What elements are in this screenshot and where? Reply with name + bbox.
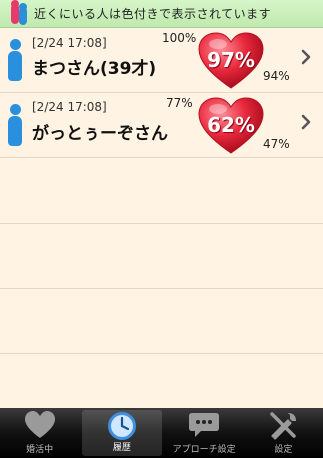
tools-icon [270, 412, 297, 440]
person-icon [8, 104, 22, 146]
tab-label: 設定 [274, 445, 293, 455]
tab-bar: 婚活中 履歴 アプローチ設定 設定 [0, 408, 323, 458]
list-divider [0, 223, 323, 224]
chevron-right-icon [301, 49, 311, 65]
tab-history[interactable]: 履歴 [82, 410, 162, 456]
banner-text: 近くにいる人は色付きで表示されています [34, 7, 272, 21]
person-icon [8, 39, 22, 81]
tab-label: アプローチ設定 [172, 445, 236, 455]
tab-label: 婚活中 [26, 445, 54, 455]
tab-konkatsu[interactable]: 婚活中 [0, 408, 79, 458]
clock-icon [107, 412, 136, 440]
heart-badge: 62% [198, 97, 264, 155]
history-row[interactable]: [2/24 17:08] がっとぅーぞさん 77% 62% 47% [0, 94, 323, 158]
row-timestamp: [2/24 17:08] [32, 100, 107, 114]
row-percent-top: 100% [162, 31, 197, 45]
list-divider [0, 288, 323, 289]
heart-percent: 97% [207, 48, 255, 72]
row-percent-bottom: 94% [263, 69, 290, 83]
heart-percent: 62% [207, 113, 255, 137]
history-row[interactable]: [2/24 17:08] まつさん(39才) 100% 97% 94% [0, 29, 323, 93]
tab-approach-settings[interactable]: アプローチ設定 [165, 408, 244, 458]
row-timestamp: [2/24 17:08] [32, 36, 107, 50]
row-percent-top: 77% [166, 96, 193, 110]
tab-settings[interactable]: 設定 [244, 408, 323, 458]
row-name: まつさん(39才) [32, 59, 157, 79]
chevron-right-icon [301, 114, 311, 130]
list-divider [0, 353, 323, 354]
history-list: [2/24 17:08] まつさん(39才) 100% 97% 94% [2/2… [0, 29, 323, 407]
heart-icon [24, 411, 55, 438]
heart-badge: 97% [198, 32, 264, 90]
status-banner: 近くにいる人は色付きで表示されています [0, 0, 323, 28]
row-percent-bottom: 47% [263, 137, 290, 151]
row-name: がっとぅーぞさん [32, 124, 168, 144]
speech-bubble-icon [189, 413, 220, 437]
people-icon [0, 0, 34, 28]
